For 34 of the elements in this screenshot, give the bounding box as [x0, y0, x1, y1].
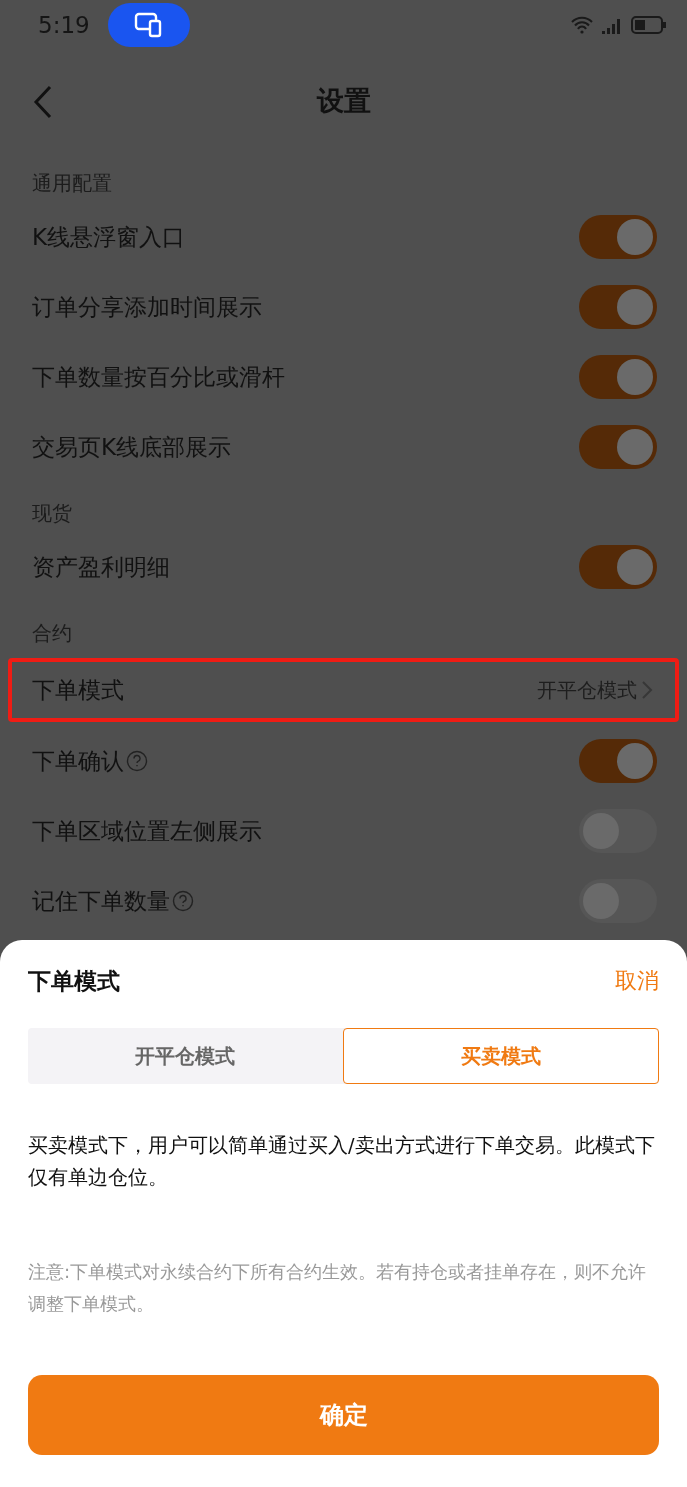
cancel-button[interactable]: 取消: [615, 966, 659, 996]
page-title: 设置: [316, 84, 371, 118]
toggle-switch[interactable]: [579, 355, 657, 399]
mode-tab[interactable]: 开平仓模式: [28, 1028, 343, 1084]
chevron-right-icon: [641, 680, 653, 700]
setting-label: 订单分享添加时间展示: [32, 292, 262, 322]
mode-tab[interactable]: 买卖模式: [342, 1028, 659, 1084]
mode-description: 买卖模式下，用户可以简单通过买入/卖出方式进行下单交易。此模式下仅有单边仓位。: [28, 1133, 656, 1191]
toggle-switch[interactable]: [579, 809, 657, 853]
setting-label: K线悬浮窗入口: [32, 222, 186, 252]
toggle-switch[interactable]: [579, 739, 657, 783]
mode-note: 注意:下单模式对永续合约下所有合约生效。若有持仓或者挂单存在，则不允许调整下单模式。: [28, 1260, 648, 1316]
toggle-switch[interactable]: [579, 285, 657, 329]
wifi-icon: [571, 16, 593, 34]
setting-label: 下单区域位置左侧展示: [32, 816, 262, 846]
setting-label: 资产盈利明细: [32, 552, 170, 582]
setting-label: 交易页K线底部展示: [32, 432, 232, 462]
toggle-switch[interactable]: [579, 545, 657, 589]
toggle-switch[interactable]: [579, 879, 657, 923]
screen-cast-button[interactable]: [107, 3, 190, 47]
screen-cast-icon: [133, 12, 164, 38]
confirm-button[interactable]: 确定: [28, 1375, 659, 1455]
status-time: 5:19: [38, 12, 90, 38]
toggle-switch[interactable]: [579, 425, 657, 469]
toggle-switch[interactable]: [579, 215, 657, 259]
help-icon[interactable]: [126, 750, 148, 772]
setting-label: 下单数量按百分比或滑杆: [32, 362, 285, 392]
setting-label: 下单确认: [32, 746, 124, 776]
battery-icon: [631, 15, 667, 35]
setting-label: 下单模式: [32, 675, 124, 705]
help-icon[interactable]: [172, 890, 194, 912]
setting-label: 记住下单数量: [32, 886, 170, 916]
back-icon[interactable]: [32, 85, 54, 119]
sheet-title: 下单模式: [28, 966, 120, 996]
